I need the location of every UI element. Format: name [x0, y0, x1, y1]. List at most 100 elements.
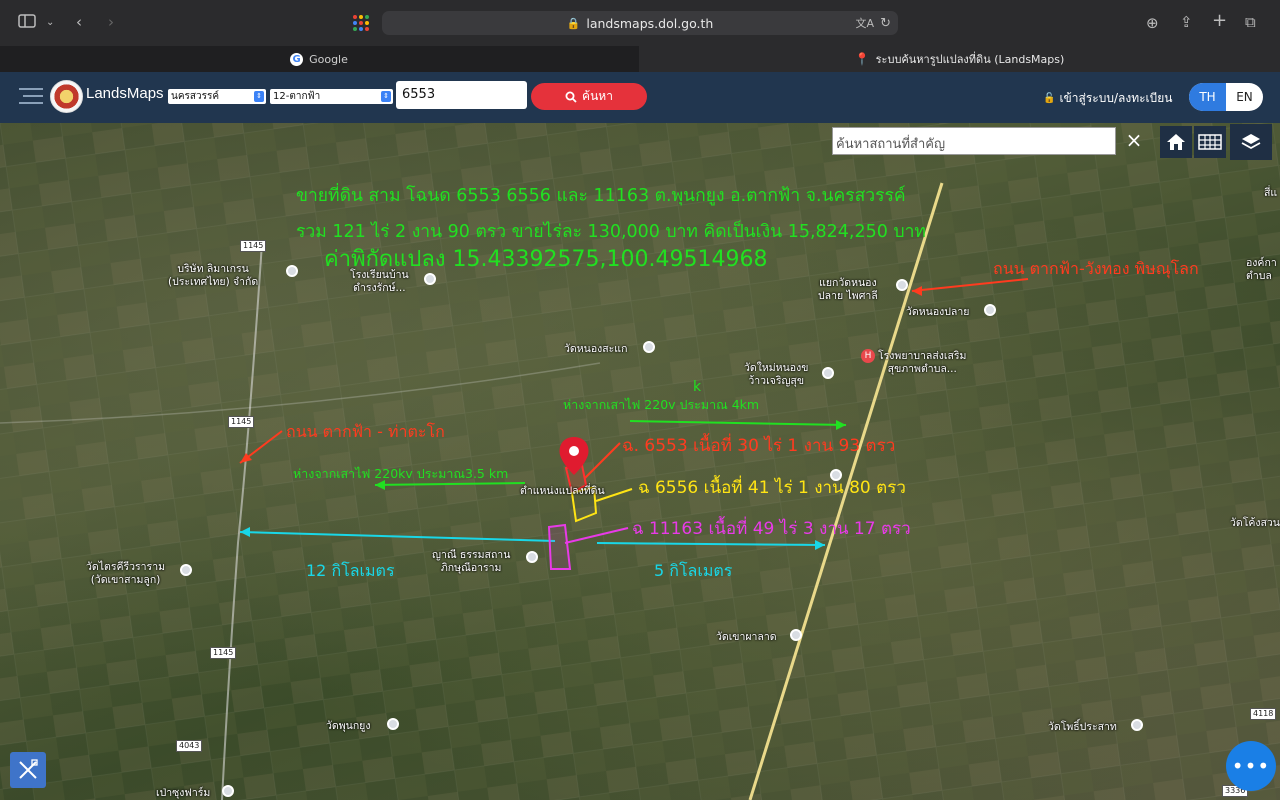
- place-pin-icon[interactable]: [643, 341, 655, 353]
- tab-strip: G Google 📍 ระบบค้นหารูปแปลงที่ดิน (Lands…: [0, 46, 1280, 73]
- search-icon: [565, 91, 577, 103]
- address-bar[interactable]: 🔒 landsmaps.dol.go.th 文A ↻: [382, 11, 898, 35]
- place-label: บริษัท ลิมาเกรน (ประเทศไทย) จำกัด: [168, 263, 259, 288]
- download-icon[interactable]: ⊕: [1146, 13, 1159, 33]
- ruler-pencil-icon: [19, 759, 38, 779]
- chevron-down-icon[interactable]: ⌄: [46, 13, 54, 33]
- measure-tool-button[interactable]: [10, 752, 46, 788]
- layers-button[interactable]: [1230, 124, 1272, 160]
- place-pin-icon[interactable]: [424, 273, 436, 285]
- tab-overview-icon[interactable]: ⧉: [1245, 12, 1256, 32]
- road-label-left: ถนน ตากฟ้า - ท่าตะโก: [286, 422, 445, 441]
- place-label: โรงพยาบาลส่งเสริม สุขภาพตำบล...: [878, 350, 967, 375]
- home-button[interactable]: [1160, 126, 1192, 158]
- place-label: สี่แ: [1264, 187, 1278, 199]
- tab-landsmaps[interactable]: 📍 ระบบค้นหารูปแปลงที่ดิน (LandsMaps): [639, 46, 1280, 72]
- place-label: วัดโค้งสวน: [1230, 517, 1280, 529]
- province-select-value: นครสวรรค์: [171, 91, 220, 102]
- lang-en-button[interactable]: EN: [1226, 83, 1263, 111]
- place-label: แยกวัดหนอง ปลาย ไพศาลี: [818, 277, 878, 302]
- back-icon[interactable]: ‹: [76, 12, 82, 32]
- place-pin-icon[interactable]: [222, 785, 234, 797]
- browser-toolbar: ⌄ ‹ › 🔒 landsmaps.dol.go.th 文A ↻ ⊕ ⇪ + ⧉: [0, 0, 1280, 46]
- grid-button[interactable]: [1194, 126, 1226, 158]
- pole-distance-left: ห่างจากเสาไฟ 220kv ประมาณ3.5 km: [293, 466, 509, 481]
- tab-google[interactable]: G Google: [0, 46, 638, 72]
- distance-right-label: 5 กิโลเมตร: [654, 561, 733, 580]
- place-label: องค์กา ตำบล: [1246, 257, 1277, 282]
- place-label: วัดหนองสะแก: [564, 343, 628, 355]
- login-link-label: เข้าสู่ระบบ/ลงทะเบียน: [1059, 91, 1173, 105]
- place-search-input[interactable]: ค้นหาสถานที่สำคัญ: [832, 127, 1116, 155]
- parcel-11163-label: ฉ 11163 เนื้อที่ 49 ไร่ 3 งาน 17 ตรว: [632, 519, 911, 539]
- place-pin-icon[interactable]: [830, 469, 842, 481]
- district-select-value: 12-ตากฟ้า: [273, 91, 321, 102]
- forward-icon[interactable]: ›: [108, 12, 114, 32]
- place-pin-icon[interactable]: [984, 304, 996, 316]
- url-text: landsmaps.dol.go.th: [586, 15, 714, 31]
- road-number-badge: 1145: [228, 416, 255, 428]
- search-button-label: ค้นหา: [582, 89, 613, 103]
- parcel-number-input[interactable]: 6553: [396, 81, 527, 109]
- place-pin-icon[interactable]: [790, 629, 802, 641]
- place-label: วัดใหม่หนองข ว้าวเจริญสุข: [744, 362, 809, 387]
- more-options-button[interactable]: •••: [1226, 741, 1276, 791]
- reload-icon[interactable]: ↻: [880, 16, 891, 31]
- place-label: ตำแหน่งแปลงที่ดิน: [520, 485, 605, 497]
- new-tab-icon[interactable]: +: [1212, 11, 1227, 31]
- apps-grid-icon[interactable]: [352, 14, 370, 37]
- place-label: วัดไตรคีรีวราราม (วัดเขาสามลูก): [86, 561, 166, 586]
- distance-left-label: 12 กิโลเมตร: [306, 561, 395, 580]
- sidebar-icon[interactable]: [18, 13, 36, 33]
- language-toggle: TH EN: [1189, 83, 1263, 111]
- lock-icon: 🔒: [566, 16, 581, 30]
- road-number-badge: 4118: [1250, 708, 1277, 720]
- place-pin-icon[interactable]: [1131, 719, 1143, 731]
- parcel-number-value: 6553: [402, 87, 436, 102]
- pole-distance-right-k: k: [693, 379, 702, 395]
- logo-text: LandsMaps: [86, 85, 164, 102]
- road-number-badge: 4043: [176, 740, 203, 752]
- place-label: โรงเรียนบ้าน ดำรงรักษ์...: [350, 269, 409, 294]
- satellite-map[interactable]: ขายที่ดิน สาม โฉนด 6553 6556 และ 11163 ต…: [0, 123, 1280, 800]
- search-button[interactable]: ค้นหา: [531, 83, 647, 110]
- translate-icon[interactable]: 文A: [855, 15, 874, 31]
- sale-title-line1: ขายที่ดิน สาม โฉนด 6553 6556 และ 11163 ต…: [296, 186, 906, 206]
- grid-icon: [1198, 134, 1222, 150]
- menu-icon[interactable]: [19, 86, 43, 110]
- chevron-updown-icon: ⇕: [381, 91, 391, 102]
- province-select[interactable]: นครสวรรค์ ⇕: [168, 89, 266, 104]
- district-select[interactable]: 12-ตากฟ้า ⇕: [270, 89, 393, 104]
- google-icon: G: [290, 52, 304, 66]
- pole-distance-right: ห่างจากเสาไฟ 220v ประมาณ 4km: [563, 397, 760, 412]
- map-pin-icon: 📍: [854, 52, 870, 66]
- place-pin-icon[interactable]: [387, 718, 399, 730]
- ellipsis-icon: •••: [1231, 754, 1271, 778]
- place-label: เป่าซุงฟาร์ม: [156, 787, 211, 799]
- place-label: วัดพุนกยูง: [326, 720, 371, 732]
- place-pin-icon[interactable]: [526, 551, 538, 563]
- tab-label: Google: [309, 52, 348, 66]
- place-pin-icon[interactable]: [822, 367, 834, 379]
- hospital-icon[interactable]: H: [861, 349, 875, 363]
- lang-th-button[interactable]: TH: [1189, 83, 1226, 111]
- logo-icon: [50, 80, 83, 113]
- place-pin-icon[interactable]: [180, 564, 192, 576]
- lock-icon: 🔓: [1043, 93, 1056, 104]
- place-pin-icon[interactable]: [286, 265, 298, 277]
- clear-search-button[interactable]: ×: [1118, 126, 1150, 154]
- place-label: ญาณี ธรรมสถาน ภิกษุณีอาราม: [432, 549, 511, 574]
- login-link[interactable]: 🔓 เข้าสู่ระบบ/ลงทะเบียน: [1043, 89, 1173, 108]
- share-icon[interactable]: ⇪: [1180, 12, 1193, 32]
- parcel-6556-label: ฉ 6556 เนื้อที่ 41 ไร่ 1 งาน 80 ตรว: [638, 478, 906, 498]
- place-search-placeholder: ค้นหาสถานที่สำคัญ: [836, 137, 946, 152]
- home-icon: [1167, 134, 1185, 150]
- app-header: LandsMaps นครสวรรค์ ⇕ 12-ตากฟ้า ⇕ 6553 ค…: [0, 72, 1280, 123]
- place-label: วัดโพธิ์ประสาท: [1048, 721, 1117, 733]
- road-number-badge: 1145: [240, 240, 267, 252]
- chevron-updown-icon: ⇕: [254, 91, 264, 102]
- place-pin-icon[interactable]: [896, 279, 908, 291]
- place-label: วัดเขาผาลาด: [716, 631, 777, 643]
- tab-label: ระบบค้นหารูปแปลงที่ดิน (LandsMaps): [875, 53, 1065, 66]
- road-number-badge: 1145: [210, 647, 237, 659]
